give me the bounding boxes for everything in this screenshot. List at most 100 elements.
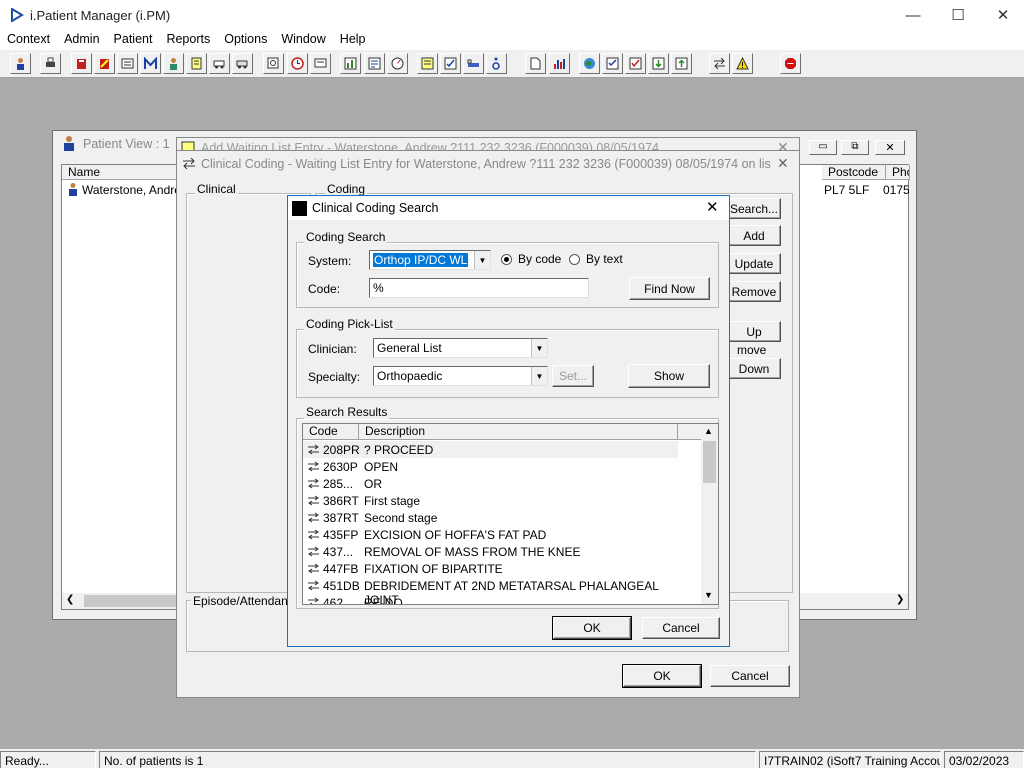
tb-patient-button[interactable]: [10, 53, 31, 74]
cc-close-icon[interactable]: ✕: [777, 155, 789, 172]
result-code: 285...: [323, 477, 354, 491]
cc-cancel-button[interactable]: Cancel: [710, 665, 790, 687]
result-code: 462: [323, 596, 344, 604]
results-scroll-thumb[interactable]: [703, 441, 716, 483]
tb-form-button[interactable]: [364, 53, 385, 74]
cc-update-button[interactable]: Update: [727, 253, 781, 274]
by-code-label[interactable]: By code: [518, 252, 561, 266]
chevron-down-icon[interactable]: ▼: [704, 590, 713, 600]
bed-icon: [467, 59, 479, 67]
search-icon: [267, 57, 279, 69]
clinician-select[interactable]: General List ▼: [373, 338, 548, 358]
cc-ok-button[interactable]: OK: [622, 664, 702, 688]
pv-minimize-button[interactable]: ▭: [809, 140, 837, 155]
tb-wheelchair-button[interactable]: [486, 53, 507, 74]
tb-download-button[interactable]: [648, 53, 669, 74]
menu-options[interactable]: Options: [217, 30, 274, 50]
result-row[interactable]: 2630P OPEN: [303, 458, 678, 475]
menu-reports[interactable]: Reports: [159, 30, 217, 50]
specialty-select[interactable]: Orthopaedic ▼: [373, 366, 548, 386]
tb-clock-button[interactable]: [287, 53, 308, 74]
result-row[interactable]: 387RT Second stage: [303, 509, 678, 526]
dialog-cancel-button[interactable]: Cancel: [642, 617, 720, 639]
result-description: REMOVAL OF MASS FROM THE KNEE: [364, 545, 581, 559]
cc-add-button[interactable]: Add: [727, 225, 781, 246]
tb-globe-button[interactable]: [579, 53, 600, 74]
result-row[interactable]: 386RT First stage: [303, 492, 678, 509]
menu-window[interactable]: Window: [274, 30, 332, 50]
result-row[interactable]: 462 RE-DO: [303, 594, 678, 604]
result-row[interactable]: 451DB DEBRIDEMENT AT 2ND METATARSAL PHAL…: [303, 577, 678, 607]
tb-statistics-button[interactable]: [549, 53, 570, 74]
chevron-down-icon[interactable]: ▼: [531, 339, 547, 357]
minimize-button[interactable]: —: [890, 0, 936, 30]
search-results-label: Search Results: [304, 405, 390, 419]
close-button[interactable]: ✕: [980, 0, 1024, 30]
maximize-button[interactable]: ☐: [935, 0, 981, 30]
by-text-label[interactable]: By text: [586, 252, 623, 266]
system-select[interactable]: Orthop IP/DC WL ▼: [369, 250, 491, 270]
cc-down-button[interactable]: Down: [727, 358, 781, 379]
scroll-right-icon[interactable]: ❯: [896, 594, 904, 605]
tb-note-button[interactable]: [186, 53, 207, 74]
dialog-ok-button[interactable]: OK: [552, 616, 632, 640]
tb-document-button[interactable]: [525, 53, 546, 74]
tb-doctor-button[interactable]: [163, 53, 184, 74]
tb-check-button[interactable]: [602, 53, 623, 74]
tb-bed-button[interactable]: [463, 53, 484, 74]
by-code-radio[interactable]: [501, 254, 512, 265]
clinician-label: Clinician:: [308, 342, 357, 356]
results-code-header[interactable]: Code: [303, 424, 359, 440]
tb-list-button[interactable]: [117, 53, 138, 74]
tb-transport-button[interactable]: [232, 53, 253, 74]
show-button[interactable]: Show: [628, 364, 710, 388]
tb-gauge-button[interactable]: [387, 53, 408, 74]
menu-help[interactable]: Help: [333, 30, 373, 50]
result-row[interactable]: 208PR ? PROCEED: [303, 441, 678, 458]
results-description-header[interactable]: Description: [359, 424, 678, 440]
result-row[interactable]: 447FB FIXATION OF BIPARTITE: [303, 560, 678, 577]
tb-ambulance-button[interactable]: [209, 53, 230, 74]
tb-chart-button[interactable]: [340, 53, 361, 74]
tb-m-button[interactable]: [140, 53, 161, 74]
col-name-header[interactable]: Name: [62, 165, 182, 180]
tb-exit-button[interactable]: [780, 53, 801, 74]
scroll-left-icon[interactable]: ❮: [66, 594, 74, 605]
tb-transfer-button[interactable]: [709, 53, 730, 74]
cc-search-button[interactable]: Search...: [727, 198, 781, 219]
tb-review-button[interactable]: [440, 53, 461, 74]
tb-print-button[interactable]: [40, 53, 61, 74]
pv-restore-button[interactable]: ⧉: [841, 140, 869, 155]
tb-screen-button[interactable]: [310, 53, 331, 74]
patient-row-name[interactable]: Waterstone, Andrew: [82, 183, 182, 197]
cc-remove-button[interactable]: Remove: [727, 281, 781, 302]
pv-close-button[interactable]: ✕: [875, 140, 905, 155]
find-now-button[interactable]: Find Now: [629, 277, 710, 300]
menu-context[interactable]: Context: [0, 30, 57, 50]
tb-search-button[interactable]: [263, 53, 284, 74]
dialog-close-icon[interactable]: ✕: [706, 198, 719, 216]
code-input[interactable]: %: [369, 278, 589, 298]
tb-warning-button[interactable]: [732, 53, 753, 74]
tb-approve-button[interactable]: [625, 53, 646, 74]
menu-patient[interactable]: Patient: [107, 30, 160, 50]
col-phone-header[interactable]: Phon: [886, 165, 910, 180]
by-text-radio[interactable]: [569, 254, 580, 265]
chevron-down-icon[interactable]: ▼: [474, 251, 490, 269]
result-row[interactable]: 437... REMOVAL OF MASS FROM THE KNEE: [303, 543, 678, 560]
tb-upload-button[interactable]: [671, 53, 692, 74]
chevron-down-icon[interactable]: ▼: [531, 367, 547, 385]
results-vertical-scrollbar[interactable]: ▲ ▼: [701, 424, 718, 604]
tb-notes-button[interactable]: [417, 53, 438, 74]
tb-book-button[interactable]: [71, 53, 92, 74]
cc-up-button[interactable]: Up: [727, 321, 781, 342]
result-row[interactable]: 435FP EXCISION OF HOFFA'S FAT PAD: [303, 526, 678, 543]
set-button[interactable]: Set...: [552, 365, 594, 387]
tb-edit-button[interactable]: [94, 53, 115, 74]
clock-icon: [291, 57, 304, 70]
patient-row-icon: [69, 183, 77, 196]
col-postcode-header[interactable]: Postcode: [822, 165, 886, 180]
menu-admin[interactable]: Admin: [57, 30, 106, 50]
result-row[interactable]: 285... OR: [303, 475, 678, 492]
chevron-up-icon[interactable]: ▲: [704, 426, 713, 436]
